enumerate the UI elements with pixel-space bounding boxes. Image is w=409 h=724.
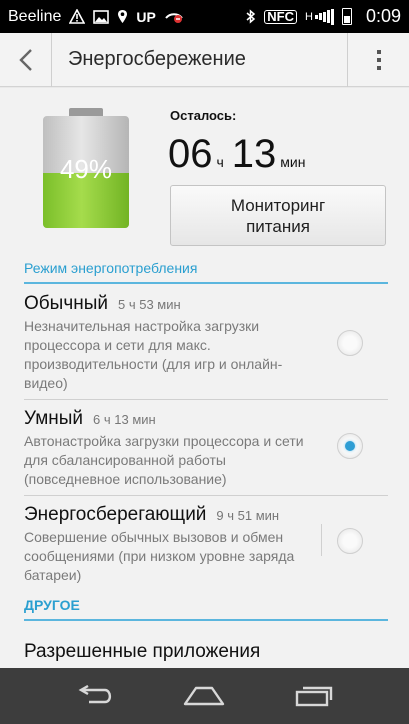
mode-duration: 9 ч 51 мин	[216, 508, 280, 523]
nfc-icon: NFC	[264, 9, 297, 24]
divider	[24, 399, 388, 400]
mode-item-power-saving[interactable]: Энергосберегающий 9 ч 51 мин Совершение …	[24, 504, 388, 585]
hours-unit: ч	[216, 154, 224, 170]
mode-description: Незначительная настройка загрузки процес…	[24, 318, 283, 391]
nav-back-button[interactable]	[65, 676, 125, 716]
missed-call-icon	[164, 9, 184, 24]
other-section-header: ДРУГОЕ	[24, 597, 388, 621]
monitor-button-line1: Мониторинг	[230, 195, 326, 215]
allowed-apps-item[interactable]: Разрешенные приложения	[24, 641, 260, 663]
warning-icon	[69, 9, 86, 24]
signal-icon	[314, 8, 334, 25]
app-bar: Энергосбережение	[0, 32, 409, 87]
image-icon	[93, 9, 110, 24]
overflow-menu-button[interactable]	[347, 32, 409, 87]
mode-duration: 5 ч 53 мин	[117, 297, 181, 312]
remaining-minutes: 13	[231, 132, 277, 176]
mode-name: Умный	[24, 408, 84, 429]
more-vert-icon	[376, 49, 381, 70]
power-mode-section-header: Режим энергопотребления	[24, 260, 388, 284]
mode-duration: 6 ч 13 мин	[93, 412, 156, 427]
mode-description: Совершение обычных вызовов и обмен сообщ…	[24, 529, 295, 583]
battery-percent: 49%	[59, 154, 113, 184]
radio-normal[interactable]	[337, 330, 363, 356]
divider	[24, 495, 388, 496]
location-icon	[117, 9, 128, 24]
mode-item-normal[interactable]: Обычный 5 ч 53 мин Незначительная настро…	[24, 293, 388, 393]
remaining-hours: 06	[168, 132, 213, 176]
navigation-bar	[0, 668, 409, 724]
carrier-name: Beeline	[8, 7, 62, 25]
back-arrow-icon	[78, 685, 111, 704]
power-monitoring-button[interactable]: Мониторинг питания	[170, 185, 386, 246]
monitor-button-line2: питания	[246, 216, 310, 236]
remaining-label: Осталось:	[170, 108, 237, 123]
back-button[interactable]	[0, 32, 52, 87]
mode-item-smart[interactable]: Умный 6 ч 13 мин Автонастройка загрузки …	[24, 408, 388, 489]
radio-power-saving[interactable]	[337, 528, 363, 554]
chevron-left-icon	[18, 48, 32, 71]
home-icon	[184, 686, 225, 706]
radio-smart[interactable]	[337, 433, 363, 459]
mode-name: Обычный	[24, 293, 108, 314]
radio-selected-dot	[345, 441, 355, 451]
minutes-unit: мин	[280, 154, 306, 170]
clock: 0:09	[365, 6, 401, 26]
mode-name: Энергосберегающий	[24, 504, 207, 525]
status-bar: Beeline UP NFC H 0:09	[0, 0, 409, 33]
content-area: 49% Осталось: 06 ч 13 мин Мониторинг пит…	[0, 88, 409, 668]
network-type: H	[305, 10, 313, 23]
remaining-time: 06 ч 13 мин	[168, 132, 313, 177]
up-label: UP	[136, 8, 156, 25]
bluetooth-icon	[246, 9, 256, 24]
recents-icon	[295, 686, 333, 707]
vertical-separator	[321, 524, 322, 556]
mode-description: Автонастройка загрузки процессора и сети…	[24, 433, 304, 487]
battery-status-icon	[341, 8, 352, 25]
battery-level-icon: 49%	[43, 108, 129, 228]
nav-recents-button[interactable]	[284, 676, 344, 716]
nav-home-button[interactable]	[174, 676, 234, 716]
page-title: Энергосбережение	[68, 48, 246, 70]
